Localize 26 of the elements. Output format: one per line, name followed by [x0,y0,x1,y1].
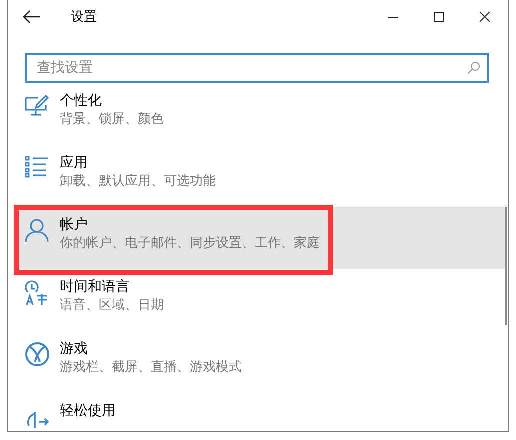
brush-monitor-icon [24,94,50,118]
search-icon [467,61,481,75]
item-description: 卸载、默认应用、可选功能 [60,173,216,191]
settings-item[interactable]: 个性化 背景、锁屏、颜色 [14,83,505,145]
item-title: 轻松使用 [60,402,116,421]
settings-item[interactable]: 游戏 游戏栏、截屏、直播、游戏模式 [14,331,505,393]
item-title: 时间和语言 [60,278,131,297]
maximize-icon [433,11,445,23]
item-description: 游戏栏、截屏、直播、游戏模式 [60,359,242,377]
settings-item[interactable]: 应用 卸载、默认应用、可选功能 [14,145,505,207]
item-title: 应用 [60,154,89,173]
list-icon [25,156,49,178]
person-icon [25,218,49,242]
scrollbar[interactable] [505,207,507,325]
window-title: 设置 [71,9,98,26]
item-title: 游戏 [60,340,89,359]
settings-item[interactable]: 轻松使用 [14,393,505,431]
item-description: 你的帐户、电子邮件、同步设置、工作、家庭 [60,235,320,253]
item-description: 背景、锁屏、颜色 [60,111,164,129]
close-icon [479,11,491,23]
item-description: 语音、区域、日期 [60,297,164,315]
item-title: 帐户 [60,216,89,235]
clock-letters-icon [25,280,49,306]
settings-item[interactable]: 时间和语言 语音、区域、日期 [14,269,505,331]
item-title: 个性化 [60,92,103,111]
search-field[interactable]: 查找设置 [25,53,489,83]
